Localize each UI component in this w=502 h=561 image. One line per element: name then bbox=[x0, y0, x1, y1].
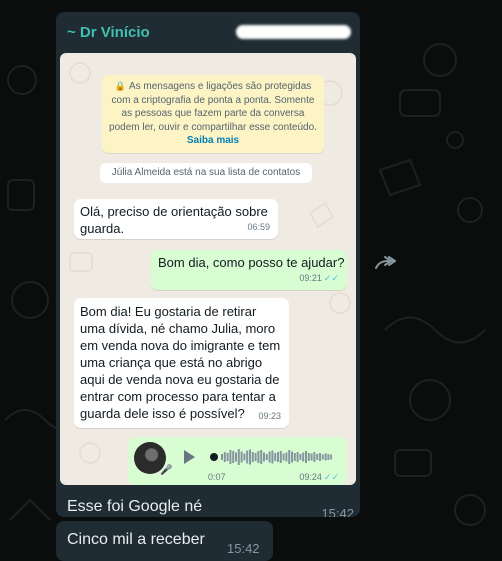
incoming-message: Olá, preciso de orientação sobre guarda.… bbox=[74, 199, 278, 239]
learn-more-link[interactable]: Saiba mais bbox=[187, 135, 239, 146]
audio-waveform[interactable] bbox=[210, 445, 332, 469]
redacted-phone-number bbox=[236, 25, 351, 39]
play-icon[interactable] bbox=[184, 450, 195, 464]
message-text: Bom dia, como posso te ajudar? bbox=[158, 255, 345, 270]
message-text: Cinco mil a receber bbox=[67, 531, 205, 548]
encryption-text: As mensagens e ligações são protegidas c… bbox=[109, 81, 317, 133]
lock-icon: 🔒 bbox=[114, 81, 126, 91]
voice-time-wrap: 09:24 ✓✓ bbox=[299, 472, 339, 483]
forward-icon[interactable] bbox=[373, 254, 399, 274]
read-ticks-icon: ✓✓ bbox=[323, 273, 339, 283]
mic-icon: 🎤 bbox=[160, 465, 173, 476]
incoming-message[interactable]: Cinco mil a receber 15:42 bbox=[56, 521, 273, 561]
outgoing-message: Bom dia, como posso te ajudar? 09:21 ✓✓ bbox=[151, 250, 347, 290]
encryption-notice: 🔒 As mensagens e ligações são protegidas … bbox=[102, 75, 324, 153]
read-ticks-icon: ✓✓ bbox=[323, 472, 339, 482]
message-time: 06:59 bbox=[247, 222, 270, 232]
sender-name[interactable]: ~ Dr Vinício bbox=[67, 24, 150, 41]
incoming-message: Bom dia! Eu gostaria de retirar uma dívi… bbox=[74, 298, 289, 428]
message-time: 09:24 bbox=[299, 472, 322, 482]
message-text: Olá, preciso de orientação sobre guarda. bbox=[80, 204, 268, 236]
message-text: Bom dia! Eu gostaria de retirar uma dívi… bbox=[80, 304, 281, 421]
message-time: 15:42 bbox=[227, 541, 260, 556]
message-time: 09:23 bbox=[258, 411, 281, 421]
voice-message: 🎤 0:07 09:24 ✓✓ bbox=[128, 437, 347, 485]
caption-time: 15:42 bbox=[321, 506, 354, 517]
screenshot-image[interactable]: 🔒 As mensagens e ligações são protegidas … bbox=[60, 53, 356, 485]
message-time: 09:21 bbox=[299, 273, 322, 283]
voice-duration: 0:07 bbox=[208, 472, 226, 482]
forwarded-caption: Esse foi Google né bbox=[67, 498, 203, 515]
contact-notice: Júlia Almeida está na sua lista de conta… bbox=[100, 163, 312, 183]
message-time-wrap: 09:21 ✓✓ bbox=[299, 270, 339, 287]
forwarded-message-bubble[interactable]: ~ Dr Vinício 🔒 As mensagens e ligações sã… bbox=[56, 12, 360, 517]
